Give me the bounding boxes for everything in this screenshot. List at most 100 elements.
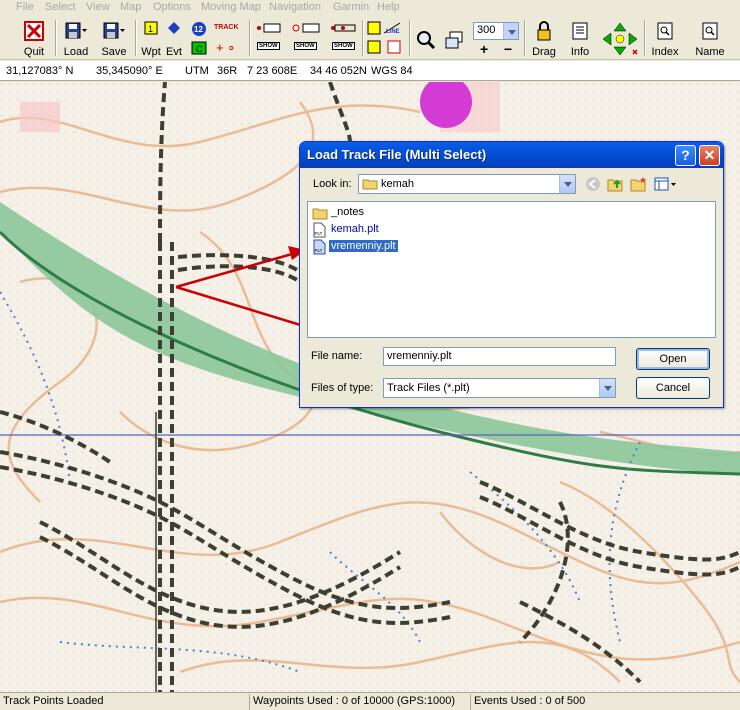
waypoint-button[interactable]: 1 Wpt <box>140 18 162 58</box>
name-button[interactable]: Name <box>692 18 728 58</box>
save-icon <box>103 22 125 39</box>
save-label: Save <box>101 46 127 58</box>
menu-map[interactable]: Map <box>120 1 141 13</box>
svg-text:C: C <box>196 44 203 54</box>
menu-help[interactable]: Help <box>377 1 400 13</box>
load-button[interactable]: Load <box>60 18 92 58</box>
look-in-value: kemah <box>381 178 415 190</box>
menu-file[interactable]: File <box>16 1 34 13</box>
file-name-kemah: kemah.plt <box>331 223 379 235</box>
load-label: Load <box>63 46 89 58</box>
show-track-button[interactable]: SHOW <box>253 18 285 58</box>
route-button[interactable]: 12 C <box>188 18 210 58</box>
track-dots-icon <box>257 23 281 33</box>
event-diamond-icon <box>168 22 180 34</box>
menu-bar: File Select View Map Options Moving Map … <box>0 0 740 16</box>
track-button[interactable]: TRACK + ∘ <box>214 18 244 58</box>
folder-icon <box>362 179 378 190</box>
index-button[interactable]: Index <box>648 18 682 58</box>
show-track-label: SHOW <box>257 42 280 50</box>
menu-garmin[interactable]: Garmin <box>333 1 369 13</box>
file-name-label: File name: <box>311 350 363 362</box>
menu-options[interactable]: Options <box>153 1 191 13</box>
file-name-input[interactable]: vremenniy.plt <box>383 347 616 366</box>
zoom-window-button[interactable] <box>442 18 466 58</box>
svg-text:PLT: PLT <box>315 248 323 253</box>
up-folder-icon[interactable] <box>607 176 625 192</box>
close-button[interactable]: ✕ <box>699 145 720 166</box>
svg-text:LINE: LINE <box>386 29 400 35</box>
show-waypoints-button[interactable]: SHOW <box>290 18 322 58</box>
show-waypoints-label: SHOW <box>294 42 317 50</box>
dialog-title: Load Track File (Multi Select) <box>307 147 487 162</box>
chevron-down-icon[interactable] <box>559 175 575 193</box>
toolbar-separator <box>55 20 57 56</box>
event-label: Evt <box>166 46 182 58</box>
chevron-down-icon[interactable] <box>503 23 518 39</box>
status-message: Track Points Loaded <box>3 695 104 707</box>
name-label: Name <box>695 46 725 58</box>
plt-file-icon: PLT <box>313 239 326 255</box>
file-list[interactable]: _notes PLT kemah.plt PLT vremenniy.plt <box>307 201 716 338</box>
utm-label: UTM <box>185 65 209 77</box>
toolbar-separator <box>524 20 526 56</box>
zoom-select[interactable]: 300 <box>473 22 519 40</box>
file-name-notes: _notes <box>331 206 365 218</box>
open-button[interactable]: Open <box>636 348 710 370</box>
menu-view[interactable]: View <box>86 1 110 13</box>
svg-text:12: 12 <box>194 25 203 34</box>
zoom-value: 300 <box>477 24 496 36</box>
route-icon: 12 C <box>191 22 207 55</box>
coordinate-bar: 31,127083° N 35,345090° E UTM 36R 7 23 6… <box>0 61 740 81</box>
pan-control[interactable] <box>600 18 640 58</box>
help-button[interactable]: ? <box>675 145 696 166</box>
drag-button[interactable]: Drag <box>529 18 559 58</box>
track-label: TRACK <box>214 24 239 31</box>
files-of-type-select[interactable]: Track Files (*.plt) <box>383 378 616 398</box>
menu-select[interactable]: Select <box>45 1 76 13</box>
name-search-icon <box>702 22 718 40</box>
show-route-button[interactable]: SHOW <box>328 18 358 58</box>
info-label: Info <box>570 46 590 58</box>
utm-easting: 7 23 608E <box>247 65 298 77</box>
look-in-select[interactable]: kemah <box>358 174 576 194</box>
back-icon[interactable] <box>584 176 602 192</box>
toolbar-separator <box>135 20 137 56</box>
view-menu-icon[interactable] <box>654 176 678 192</box>
files-of-type-label: Files of type: <box>311 382 374 394</box>
folder-icon <box>312 208 328 220</box>
info-button[interactable]: Info <box>565 18 595 58</box>
line-tools-button[interactable]: LINE <box>365 18 405 58</box>
plt-file-icon: PLT <box>313 222 326 238</box>
quit-button[interactable]: Quit <box>18 18 50 58</box>
longitude-readout: 35,345090° E <box>96 65 163 77</box>
dialog-titlebar[interactable]: Load Track File (Multi Select) ? ✕ <box>300 142 723 168</box>
events-used: Events Used : 0 of 500 <box>470 694 588 710</box>
magnifier-icon <box>417 31 436 50</box>
route-dots-icon <box>331 24 356 32</box>
save-button[interactable]: Save <box>98 18 130 58</box>
waypoint-dots-icon <box>292 23 320 33</box>
load-icon <box>65 22 87 39</box>
zoom-tool-button[interactable] <box>414 18 438 58</box>
status-bar: Track Points Loaded Waypoints Used : 0 o… <box>0 692 740 710</box>
event-button[interactable]: Evt <box>164 18 184 58</box>
menu-navigation[interactable]: Navigation <box>269 1 321 13</box>
svg-text:1: 1 <box>148 24 153 34</box>
waypoints-used: Waypoints Used : 0 of 10000 (GPS:1000) <box>249 694 458 710</box>
quit-label: Quit <box>23 46 45 58</box>
index-icon <box>657 22 673 40</box>
toolbar-separator <box>249 20 251 56</box>
lock-icon <box>537 21 551 41</box>
cancel-button[interactable]: Cancel <box>636 377 710 399</box>
zoom-in-button[interactable]: + <box>480 41 488 57</box>
new-folder-icon[interactable] <box>630 176 648 192</box>
menu-moving-map[interactable]: Moving Map <box>201 1 261 13</box>
chevron-down-icon[interactable] <box>599 379 615 397</box>
utm-zone: 36R <box>217 65 238 77</box>
latitude-readout: 31,127083° N <box>6 65 74 77</box>
waypoint-label: Wpt <box>141 46 161 58</box>
svg-text:PLT: PLT <box>315 231 323 236</box>
track-plus-icon: + ∘ <box>216 40 236 55</box>
zoom-out-button[interactable]: − <box>504 41 512 57</box>
